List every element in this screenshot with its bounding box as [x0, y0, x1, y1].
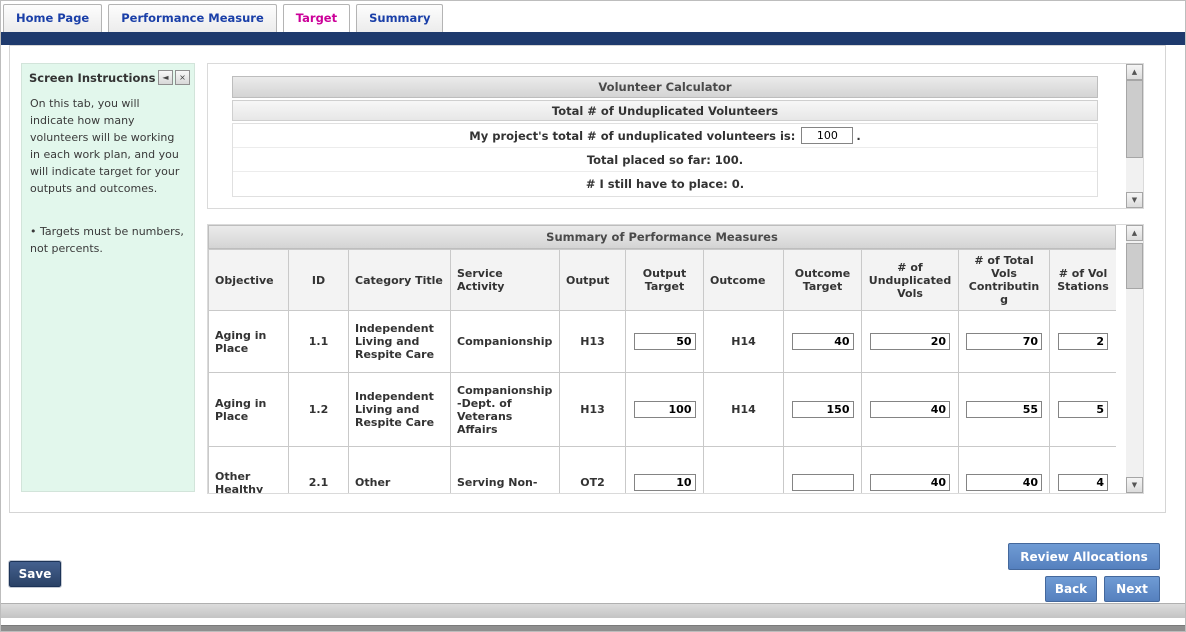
performance-measures-table: Objective ID Category Title Service Acti… — [208, 249, 1116, 493]
output-target-input[interactable] — [634, 333, 696, 350]
collapse-panel-icon[interactable]: ◄ — [158, 70, 173, 85]
instructions-paragraph: On this tab, you will indicate how many … — [30, 95, 186, 197]
screen-instructions-header: Screen Instructions ◄ × — [22, 64, 194, 87]
tab-home-page[interactable]: Home Page — [3, 4, 102, 32]
col-unduplicated-vols: # of Unduplicated Vols — [862, 250, 959, 311]
still-to-place-row: # I still have to place: 0. — [233, 172, 1097, 196]
performance-measures-title: Summary of Performance Measures — [208, 225, 1116, 249]
col-output-target: Output Target — [626, 250, 704, 311]
performance-measures-viewport: Summary of Performance Measures Objectiv… — [208, 225, 1116, 493]
close-panel-icon[interactable]: × — [175, 70, 190, 85]
status-bar — [1, 603, 1185, 618]
outcome-cell: H14 — [704, 373, 784, 447]
content-frame: Screen Instructions ◄ × On this tab, you… — [9, 45, 1166, 513]
instructions-note: • Targets must be numbers, not percents. — [30, 223, 186, 257]
total-vols-input[interactable] — [966, 333, 1042, 350]
calculator-rows: My project's total # of unduplicated vol… — [232, 123, 1098, 197]
col-category-title: Category Title — [349, 250, 451, 311]
col-outcome-target: Outcome Target — [784, 250, 862, 311]
output-cell: OT2 — [560, 447, 626, 494]
id-cell: 2.1 — [289, 447, 349, 494]
col-total-vols-contributing: # of Total Vols Contributing — [959, 250, 1050, 311]
volunteer-calculator-table: Volunteer Calculator Total # of Unduplic… — [232, 76, 1098, 197]
table-row: Other Healthy 2.1 Other Serving Non- OT2 — [209, 447, 1117, 494]
bottom-window-bar — [1, 625, 1185, 632]
save-button[interactable]: Save — [9, 561, 61, 587]
activity-cell: Companionship-Dept. of Veterans Affairs — [451, 373, 560, 447]
output-cell: H13 — [560, 373, 626, 447]
header-accent-bar — [1, 32, 1185, 45]
total-volunteers-suffix: . — [856, 129, 860, 143]
col-outcome: Outcome — [704, 250, 784, 311]
back-button[interactable]: Back — [1045, 576, 1097, 602]
calculator-scrollbar-thumb[interactable] — [1126, 80, 1143, 158]
review-allocations-button[interactable]: Review Allocations — [1008, 543, 1160, 570]
output-target-input[interactable] — [634, 474, 696, 491]
volunteer-calculator-title: Volunteer Calculator — [232, 76, 1098, 98]
next-button[interactable]: Next — [1104, 576, 1160, 602]
col-vol-stations: # of Vol Stations — [1050, 250, 1117, 311]
unduplicated-vols-input[interactable] — [870, 474, 950, 491]
unduplicated-vols-input[interactable] — [870, 401, 950, 418]
outcome-cell: H14 — [704, 311, 784, 373]
screen-instructions-panel: Screen Instructions ◄ × On this tab, you… — [21, 63, 195, 492]
total-placed-text: Total placed so far: 100. — [587, 153, 743, 167]
table-header-row: Objective ID Category Title Service Acti… — [209, 250, 1117, 311]
category-cell: Independent Living and Respite Care — [349, 311, 451, 373]
total-vols-input[interactable] — [966, 474, 1042, 491]
table-row: Aging in Place 1.2 Independent Living an… — [209, 373, 1117, 447]
tab-summary[interactable]: Summary — [356, 4, 443, 32]
total-vols-input[interactable] — [966, 401, 1042, 418]
volunteer-calculator-section: Volunteer Calculator Total # of Unduplic… — [207, 63, 1144, 209]
outcome-target-input[interactable] — [792, 333, 854, 350]
scroll-up-icon[interactable]: ▲ — [1126, 64, 1143, 80]
table-row: Aging in Place 1.1 Independent Living an… — [209, 311, 1117, 373]
tab-performance-measure[interactable]: Performance Measure — [108, 4, 277, 32]
calculator-scrollbar-track[interactable] — [1126, 80, 1143, 192]
unduplicated-volunteers-header: Total # of Unduplicated Volunteers — [232, 100, 1098, 121]
activity-cell: Companionship — [451, 311, 560, 373]
performance-measures-section: Summary of Performance Measures Objectiv… — [207, 224, 1144, 494]
id-cell: 1.1 — [289, 311, 349, 373]
objective-cell: Aging in Place — [209, 311, 289, 373]
outcome-target-input[interactable] — [792, 401, 854, 418]
outcome-cell — [704, 447, 784, 494]
screen-instructions-title: Screen Instructions — [29, 71, 156, 85]
summary-scrollbar-track[interactable] — [1126, 241, 1143, 477]
unduplicated-vols-input[interactable] — [870, 333, 950, 350]
category-cell: Independent Living and Respite Care — [349, 373, 451, 447]
summary-scrollbar[interactable]: ▲ ▼ — [1126, 225, 1143, 493]
outcome-target-input[interactable] — [792, 474, 854, 491]
still-to-place-text: # I still have to place: 0. — [586, 177, 744, 191]
col-service-activity: Service Activity — [451, 250, 560, 311]
activity-cell: Serving Non- — [451, 447, 560, 494]
total-volunteers-row: My project's total # of unduplicated vol… — [233, 124, 1097, 148]
summary-scrollbar-thumb[interactable] — [1126, 243, 1143, 289]
objective-cell: Aging in Place — [209, 373, 289, 447]
scroll-up-icon[interactable]: ▲ — [1126, 225, 1143, 241]
page: Home Page Performance Measure Target Sum… — [0, 0, 1186, 632]
col-objective: Objective — [209, 250, 289, 311]
vol-stations-input[interactable] — [1058, 333, 1108, 350]
col-id: ID — [289, 250, 349, 311]
output-target-input[interactable] — [634, 401, 696, 418]
tab-target[interactable]: Target — [283, 4, 350, 32]
total-placed-row: Total placed so far: 100. — [233, 148, 1097, 172]
scroll-down-icon[interactable]: ▼ — [1126, 477, 1143, 493]
calculator-scrollbar[interactable]: ▲ ▼ — [1126, 64, 1143, 208]
tab-bar: Home Page Performance Measure Target Sum… — [1, 1, 1185, 32]
col-output: Output — [560, 250, 626, 311]
vol-stations-input[interactable] — [1058, 474, 1108, 491]
id-cell: 1.2 — [289, 373, 349, 447]
output-cell: H13 — [560, 311, 626, 373]
objective-cell: Other Healthy — [209, 447, 289, 494]
scroll-down-icon[interactable]: ▼ — [1126, 192, 1143, 208]
total-volunteers-input[interactable] — [801, 127, 853, 144]
category-cell: Other — [349, 447, 451, 494]
total-volunteers-label: My project's total # of unduplicated vol… — [469, 129, 795, 143]
vol-stations-input[interactable] — [1058, 401, 1108, 418]
